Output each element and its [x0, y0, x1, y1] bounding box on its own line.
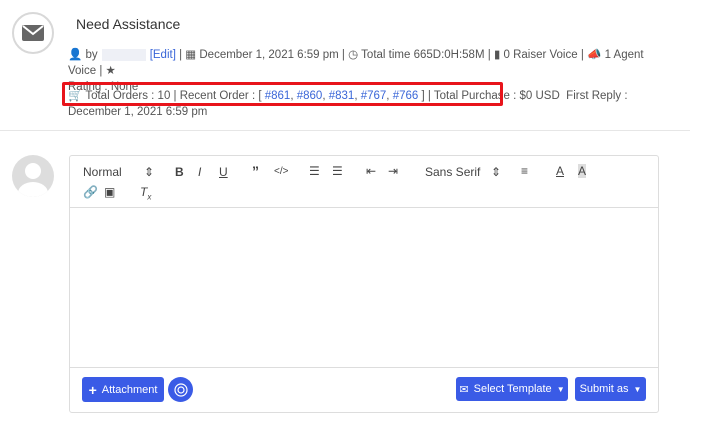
divider	[0, 130, 690, 131]
format-select[interactable]: Normal	[83, 165, 122, 179]
calendar-icon: ▦	[185, 49, 197, 61]
text-color-icon[interactable]: A	[556, 164, 564, 178]
submit-as-label: Submit as	[579, 383, 629, 395]
edit-link[interactable]: [Edit]	[150, 49, 176, 61]
attachment-button[interactable]: + Attachment	[82, 377, 164, 402]
star-icon: ★	[105, 65, 116, 77]
caret-down-icon: ▼	[633, 384, 642, 394]
ticket-title: Need Assistance	[76, 16, 181, 32]
bold-icon[interactable]: B	[175, 165, 184, 179]
highlight-box	[62, 82, 503, 106]
envelope-icon: ✉	[459, 383, 469, 396]
editor-toolbar: Normal ⇕ B I U ” </> ☰ ☰ ⇤ ⇥ Sans Serif …	[70, 156, 658, 208]
align-icon[interactable]: ≡	[521, 164, 528, 178]
submit-as-button[interactable]: Submit as ▼	[575, 377, 646, 401]
openai-icon	[173, 382, 188, 397]
format-select-arrows-icon[interactable]: ⇕	[144, 165, 154, 179]
background-color-icon[interactable]: A	[578, 164, 587, 178]
bullet-list-icon[interactable]: ☰	[332, 164, 343, 178]
underline-icon[interactable]: U	[219, 165, 228, 179]
outdent-icon[interactable]: ⇤	[366, 164, 376, 178]
ai-assistant-button[interactable]	[168, 377, 193, 402]
total-time: Total time 665D:0H:58M	[361, 49, 485, 61]
redacted-user	[101, 48, 146, 61]
italic-icon[interactable]: I	[198, 165, 201, 179]
attachment-label: Attachment	[101, 383, 158, 396]
avatar	[12, 155, 54, 197]
code-icon[interactable]: </>	[274, 166, 288, 177]
blockquote-icon[interactable]: ”	[252, 163, 259, 179]
ticket-icon	[12, 12, 54, 54]
select-template-label: Select Template	[473, 383, 552, 395]
font-select-arrows-icon[interactable]: ⇕	[491, 165, 501, 179]
font-select[interactable]: Sans Serif	[425, 165, 480, 179]
ordered-list-icon[interactable]: ☰	[309, 164, 320, 178]
ticket-date: December 1, 2021 6:59 pm	[199, 49, 339, 61]
plus-icon: +	[88, 381, 97, 398]
envelope-icon	[22, 25, 44, 41]
clear-format-icon[interactable]: Tx	[140, 185, 151, 201]
select-template-button[interactable]: ✉ Select Template ▼	[456, 377, 568, 401]
user-icon: 👤	[68, 49, 83, 61]
link-icon[interactable]: 🔗	[83, 185, 98, 199]
reply-editor: Normal ⇕ B I U ” </> ☰ ☰ ⇤ ⇥ Sans Serif …	[69, 155, 659, 413]
image-icon[interactable]: ▣	[104, 185, 115, 199]
caret-down-icon: ▼	[556, 384, 565, 394]
comment-icon: ▮	[493, 49, 501, 61]
clock-icon: ◷	[348, 49, 359, 61]
by-label: by	[85, 49, 98, 61]
indent-icon[interactable]: ⇥	[388, 164, 398, 178]
reply-textarea[interactable]	[70, 208, 658, 368]
megaphone-icon: 📣	[587, 49, 602, 61]
raiser-voice: 0 Raiser Voice	[503, 49, 578, 61]
